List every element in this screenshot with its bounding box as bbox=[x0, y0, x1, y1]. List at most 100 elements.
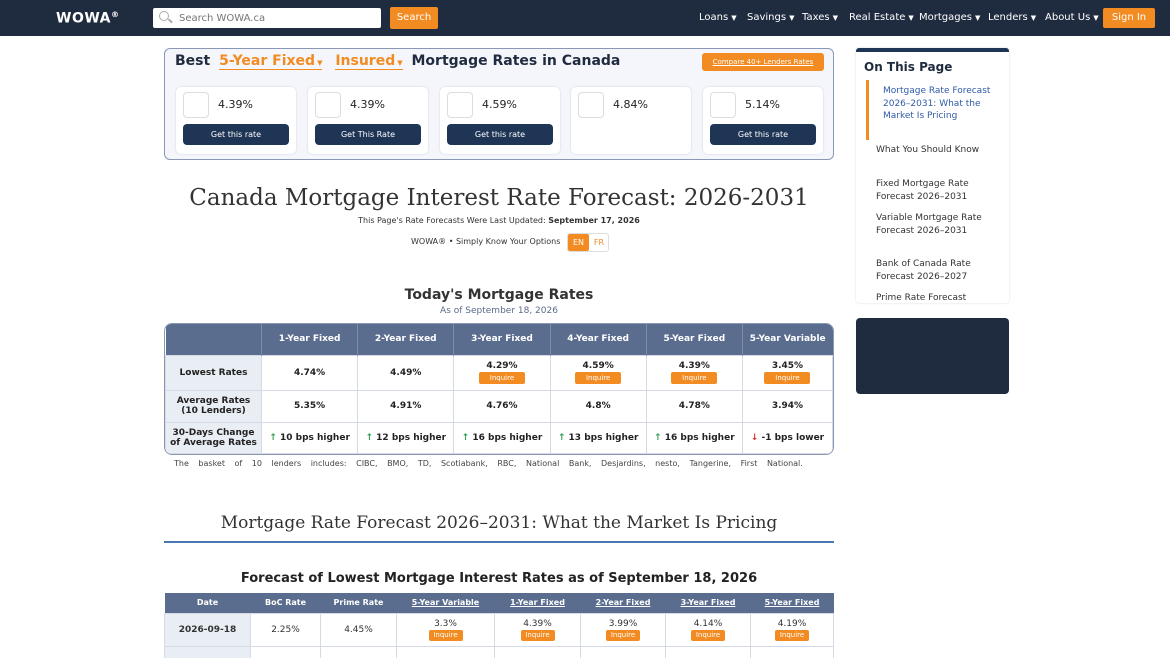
inquire-button[interactable]: Inquire bbox=[575, 372, 622, 385]
column-header-link[interactable]: 1-Year Fixed bbox=[494, 593, 581, 613]
column-header: 3-Year Fixed bbox=[453, 324, 551, 355]
caret-down-icon: ▼ bbox=[1030, 14, 1037, 22]
compare-lenders-button[interactable]: Compare 40+ Lenders Rates bbox=[702, 53, 824, 71]
lender-logo bbox=[710, 92, 736, 118]
type-select[interactable]: Insured ▼ bbox=[335, 53, 403, 70]
title-suffix: Mortgage Rates in Canada bbox=[411, 53, 621, 69]
toc-active-indicator bbox=[866, 80, 869, 140]
column-header-link[interactable]: 5-Year Variable bbox=[396, 593, 495, 613]
inquire-button[interactable]: Inquire bbox=[606, 629, 640, 641]
rate-value: 4.84% bbox=[613, 98, 648, 111]
table-row: 2026-12-31 2.5% 4.7% 3.6% 5.12% 4.63% 4.… bbox=[164, 645, 834, 658]
column-header-link[interactable]: 5-Year Fixed bbox=[750, 593, 834, 613]
rates-widget-title: Best 5-Year Fixed ▼ Insured ▼ Mortgage Rat… bbox=[175, 53, 621, 70]
rate-value: 5.14% bbox=[745, 98, 780, 111]
column-header: 1-Year Fixed bbox=[261, 324, 359, 355]
lender-logo bbox=[447, 92, 473, 118]
date-cell: 2026-09-18 bbox=[164, 612, 251, 647]
menu-taxes[interactable]: Taxes ▼ bbox=[802, 0, 838, 36]
row-header: Average Rates (10 Lenders) bbox=[165, 390, 262, 423]
rate-cell: 4.59% Inquire bbox=[549, 354, 647, 392]
column-header-link[interactable]: 2-Year Fixed bbox=[580, 593, 666, 613]
rate-cell: 4.7% bbox=[320, 645, 397, 658]
rate-cell: 3.99% Inquire bbox=[580, 612, 666, 647]
get-rate-button[interactable]: Get This Rate bbox=[315, 124, 421, 145]
menu-real-estate[interactable]: Real Estate ▼ bbox=[849, 0, 914, 36]
search-box[interactable] bbox=[153, 8, 381, 28]
menu-loans[interactable]: Loans ▼ bbox=[699, 0, 737, 36]
inquire-button[interactable]: Inquire bbox=[478, 372, 525, 385]
column-header: BoC Rate bbox=[250, 593, 321, 613]
change-cell: ↑ 16 bps higher bbox=[645, 421, 743, 454]
toc-title: On This Page bbox=[864, 60, 953, 74]
page-title: Canada Mortgage Interest Rate Forecast: … bbox=[189, 185, 809, 211]
table-row: Lowest Rates 4.74% 4.49% 4.29% Inquire 4.… bbox=[165, 354, 833, 392]
get-rate-button[interactable]: Get this rate bbox=[183, 124, 289, 145]
table-row: 30-Days Change of Average Rates ↑ 10 bps … bbox=[165, 421, 833, 454]
caret-down-icon: ▼ bbox=[1093, 14, 1099, 22]
menu-savings[interactable]: Savings ▼ bbox=[747, 0, 794, 36]
inquire-button[interactable]: Inquire bbox=[764, 372, 811, 385]
rate-cell: 3.6% bbox=[396, 645, 495, 658]
row-header: Lowest Rates bbox=[165, 354, 262, 392]
term-select[interactable]: 5-Year Fixed ▼ bbox=[219, 53, 323, 70]
row-header: 30-Days Change of Average Rates bbox=[165, 421, 262, 454]
rate-value: 4.39% bbox=[218, 98, 253, 111]
lang-fr-button[interactable]: FR bbox=[589, 234, 609, 251]
menu-mortgages[interactable]: Mortgages ▼ bbox=[919, 0, 980, 36]
menu-lenders[interactable]: Lenders ▼ bbox=[988, 0, 1036, 36]
search-icon bbox=[159, 11, 169, 21]
toc-item-fixed-forecast[interactable]: Fixed Mortgage Rate Forecast 2026–2031 bbox=[876, 178, 996, 203]
toc-item-variable-forecast[interactable]: Variable Mortgage Rate Forecast 2026–203… bbox=[876, 212, 996, 237]
slogan: WOWA® • Simply Know Your Options bbox=[411, 237, 561, 246]
inquire-button[interactable]: Inquire bbox=[671, 372, 718, 385]
inquire-button[interactable]: Inquire bbox=[691, 629, 725, 641]
date-cell: 2026-12-31 bbox=[164, 645, 251, 658]
arrow-up-icon: ↑ bbox=[654, 432, 662, 443]
arrow-down-icon: ↓ bbox=[750, 432, 759, 443]
menu-about-us[interactable]: About Us ▼ bbox=[1045, 0, 1099, 36]
inquire-button[interactable]: Inquire bbox=[428, 629, 463, 641]
column-header: 5-Year Variable bbox=[742, 324, 833, 355]
todays-rates-table: 1-Year Fixed 2-Year Fixed 3-Year Fixed 4… bbox=[164, 323, 834, 455]
column-header-link[interactable]: 3-Year Fixed bbox=[665, 593, 751, 613]
rate-cell: 5.35% bbox=[260, 390, 359, 423]
wowa-logo[interactable]: WOWA® bbox=[56, 10, 120, 27]
table-header-row: Date BoC Rate Prime Rate 5-Year Variable… bbox=[164, 593, 834, 613]
rate-cell: 5.12% bbox=[494, 645, 581, 658]
change-cell: ↑ 13 bps higher bbox=[549, 421, 647, 454]
language-toggle: EN FR bbox=[567, 233, 609, 252]
arrow-up-icon: ↑ bbox=[461, 432, 470, 443]
toc-item-prime-forecast[interactable]: Prime Rate Forecast bbox=[876, 292, 996, 303]
toc-item-market-pricing[interactable]: Mortgage Rate Forecast 2026–2031: What t… bbox=[883, 85, 1003, 123]
title-prefix: Best bbox=[175, 53, 211, 69]
lender-logo bbox=[315, 92, 341, 118]
toc-item-what-you-should-know[interactable]: What You Should Know bbox=[876, 144, 996, 157]
lang-en-button[interactable]: EN bbox=[568, 234, 589, 251]
ad-banner[interactable] bbox=[856, 318, 1009, 394]
rate-cell: 4.29% Inquire bbox=[453, 354, 551, 392]
lender-logo bbox=[183, 92, 209, 118]
rate-value: 4.59% bbox=[482, 98, 517, 111]
todays-rates-heading: Today's Mortgage Rates bbox=[404, 287, 594, 303]
search-button[interactable]: Search bbox=[390, 7, 438, 29]
sign-in-button[interactable]: Sign In bbox=[1103, 8, 1155, 28]
section-divider bbox=[164, 541, 834, 543]
toc-item-boc-forecast[interactable]: Bank of Canada Rate Forecast 2026–2027 bbox=[876, 258, 996, 283]
column-header: 5-Year Fixed bbox=[646, 324, 743, 355]
rate-value: 4.39% bbox=[350, 98, 385, 111]
inquire-button[interactable]: Inquire bbox=[520, 629, 555, 641]
caret-down-icon: ▼ bbox=[974, 14, 981, 22]
inquire-button[interactable]: Inquire bbox=[775, 629, 809, 641]
lender-basket-note: The basket of 10 lenders includes: CIBC,… bbox=[174, 459, 803, 468]
get-rate-button[interactable]: Get this rate bbox=[447, 124, 553, 145]
search-input[interactable] bbox=[179, 10, 375, 26]
table-row: Average Rates (10 Lenders) 5.35% 4.91% 4.… bbox=[165, 390, 833, 423]
rate-cell: 2.25% bbox=[250, 612, 321, 647]
rate-card: 4.84% bbox=[571, 87, 691, 154]
caret-down-icon: ▼ bbox=[908, 14, 914, 22]
todays-rates-date: As of September 18, 2026 bbox=[440, 306, 558, 316]
rate-cell: 4.39% Inquire bbox=[645, 354, 743, 392]
get-rate-button[interactable]: Get this rate bbox=[710, 124, 816, 145]
best-rates-widget: Best 5-Year Fixed ▼ Insured ▼ Mortgage Rat… bbox=[164, 48, 834, 160]
